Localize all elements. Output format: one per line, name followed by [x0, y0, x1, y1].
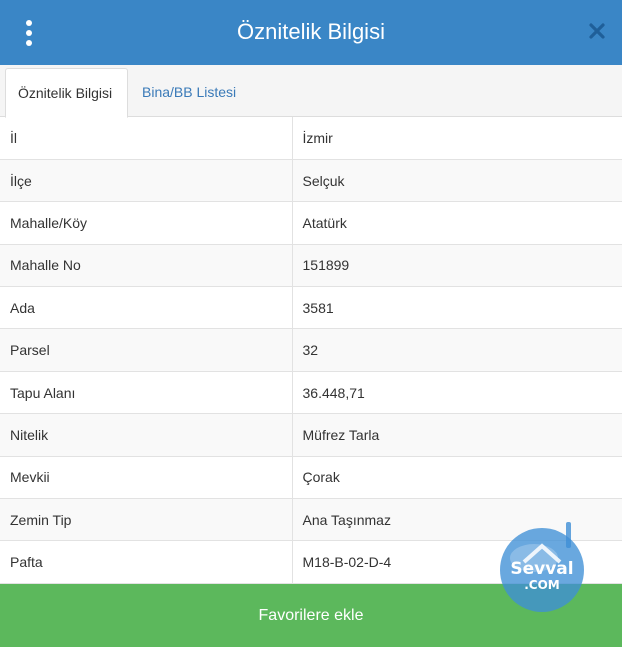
table-row: Ada 3581	[0, 286, 622, 330]
attribute-key: Nitelik	[0, 413, 293, 457]
attribute-value: 36.448,71	[292, 371, 622, 415]
attribute-value: Çorak	[292, 456, 622, 500]
attribute-key: Parsel	[0, 328, 293, 372]
table-row: İlçe Selçuk	[0, 159, 622, 203]
table-row: Tapu Alanı 36.448,71	[0, 371, 622, 415]
attribute-value: Müfrez Tarla	[292, 413, 622, 457]
attribute-key: Zemin Tip	[0, 498, 293, 542]
tab-bar: Öznitelik Bilgisi Bina/BB Listesi	[0, 65, 622, 118]
attribute-key: İl	[0, 117, 293, 160]
tab-bina-bb-listesi[interactable]: Bina/BB Listesi	[130, 68, 248, 118]
attribute-key: İlçe	[0, 159, 293, 203]
attribute-value: 3581	[292, 286, 622, 330]
attribute-key: Mahalle No	[0, 244, 293, 288]
attribute-value: Ana Taşınmaz	[292, 498, 622, 542]
attribute-value: İzmir	[292, 117, 622, 160]
table-row: Mahalle No 151899	[0, 244, 622, 288]
attribute-value: 32	[292, 328, 622, 372]
attribute-value: Selçuk	[292, 159, 622, 203]
dialog-title: Öznitelik Bilgisi	[237, 19, 385, 44]
table-row: Mahalle/Köy Atatürk	[0, 201, 622, 245]
attribute-value: 151899	[292, 244, 622, 288]
table-row: Zemin Tip Ana Taşınmaz	[0, 498, 622, 542]
attribute-key: Ada	[0, 286, 293, 330]
attribute-key: Mevkii	[0, 456, 293, 500]
tab-oznitelik-bilgisi[interactable]: Öznitelik Bilgisi	[5, 68, 128, 118]
attribute-key: Mahalle/Köy	[0, 201, 293, 245]
table-row: İl İzmir	[0, 117, 622, 160]
dialog-header: Öznitelik Bilgisi	[0, 0, 622, 65]
attribute-value: Atatürk	[292, 201, 622, 245]
close-icon[interactable]	[586, 20, 608, 42]
table-row: Nitelik Müfrez Tarla	[0, 413, 622, 457]
table-row: Pafta M18-B-02-D-4	[0, 540, 622, 584]
table-row: Parsel 32	[0, 328, 622, 372]
attribute-value: M18-B-02-D-4	[292, 540, 622, 584]
attribute-table: İl İzmir İlçe Selçuk Mahalle/Köy Atatürk…	[0, 117, 622, 584]
add-to-favorites-button[interactable]: Favorilere ekle	[0, 584, 622, 647]
attribute-key: Pafta	[0, 540, 293, 584]
attribute-key: Tapu Alanı	[0, 371, 293, 415]
table-row: Mevkii Çorak	[0, 456, 622, 500]
